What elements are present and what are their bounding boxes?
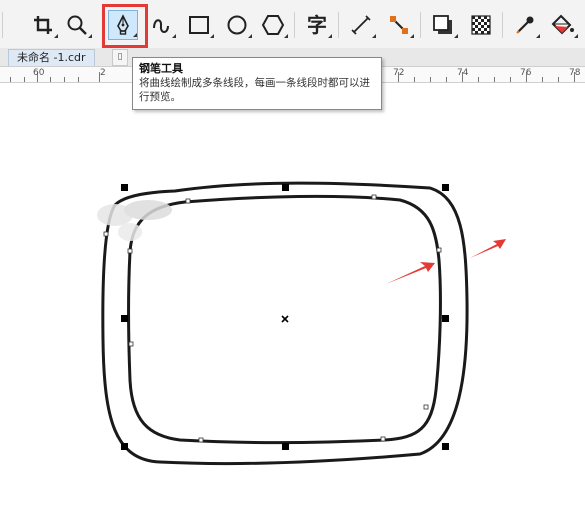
curve-icon xyxy=(150,14,172,36)
toolbar-separator xyxy=(2,12,3,38)
transparency-tool-button[interactable] xyxy=(466,10,496,40)
outer-curve[interactable] xyxy=(101,181,469,466)
rectangle-icon xyxy=(188,14,210,36)
center-marker xyxy=(281,315,289,323)
pen-tool-highlight-box xyxy=(102,4,148,48)
toolbar-separator xyxy=(338,12,339,38)
bspline-tool-button[interactable] xyxy=(146,10,176,40)
connector-tool-button[interactable] xyxy=(384,10,414,40)
ruler-label: 60 xyxy=(33,68,45,78)
ellipse-icon xyxy=(226,14,248,36)
eyedropper-tool-button[interactable] xyxy=(510,10,540,40)
toolbar-separator xyxy=(502,12,503,38)
page-icon[interactable]: ▯ xyxy=(112,49,128,66)
rectangle-tool-button[interactable] xyxy=(184,10,214,40)
toolbar-separator xyxy=(420,12,421,38)
selection-handles[interactable] xyxy=(121,184,449,450)
drop-shadow-icon xyxy=(432,14,454,36)
tooltip-description: 将曲线绘制成多条线段，每画一条线段时都可以进行预览。 xyxy=(139,77,370,103)
tooltip-title: 钢笔工具 xyxy=(139,62,183,75)
ruler-label: 2 xyxy=(100,68,106,78)
ruler-label: 78 xyxy=(569,68,581,78)
text-tool-button[interactable]: 字 xyxy=(302,10,332,40)
document-tab[interactable]: 未命名 -1.cdr xyxy=(8,49,95,66)
connector-icon xyxy=(388,14,410,36)
toolbar-separator xyxy=(294,12,295,38)
eyedropper-icon xyxy=(514,14,536,36)
shadow-tool-button[interactable] xyxy=(428,10,458,40)
hexagon-icon xyxy=(261,14,285,36)
polygon-tool-button[interactable] xyxy=(258,10,288,40)
ruler-label: 76 xyxy=(520,68,532,78)
text-icon: 字 xyxy=(307,13,327,37)
crop-icon xyxy=(32,14,54,36)
magnifier-icon xyxy=(66,14,88,36)
drawing-canvas[interactable] xyxy=(0,83,585,507)
paint-bucket-icon xyxy=(551,14,575,36)
curve-nodes xyxy=(103,194,442,443)
fill-tool-button[interactable] xyxy=(548,10,578,40)
pen-tool-tooltip: 钢笔工具 将曲线绘制成多条线段，每画一条线段时都可以进行预览。 xyxy=(132,57,382,110)
ruler-label: 74 xyxy=(457,68,469,78)
ruler-label: 72 xyxy=(393,68,405,78)
checkerboard-icon xyxy=(470,14,492,36)
dimension-tool-button[interactable] xyxy=(346,10,376,40)
toolbox: 字 xyxy=(0,0,585,49)
dimension-icon xyxy=(350,14,372,36)
ellipse-tool-button[interactable] xyxy=(222,10,252,40)
zoom-tool-button[interactable] xyxy=(62,10,92,40)
crop-tool-button[interactable] xyxy=(28,10,58,40)
